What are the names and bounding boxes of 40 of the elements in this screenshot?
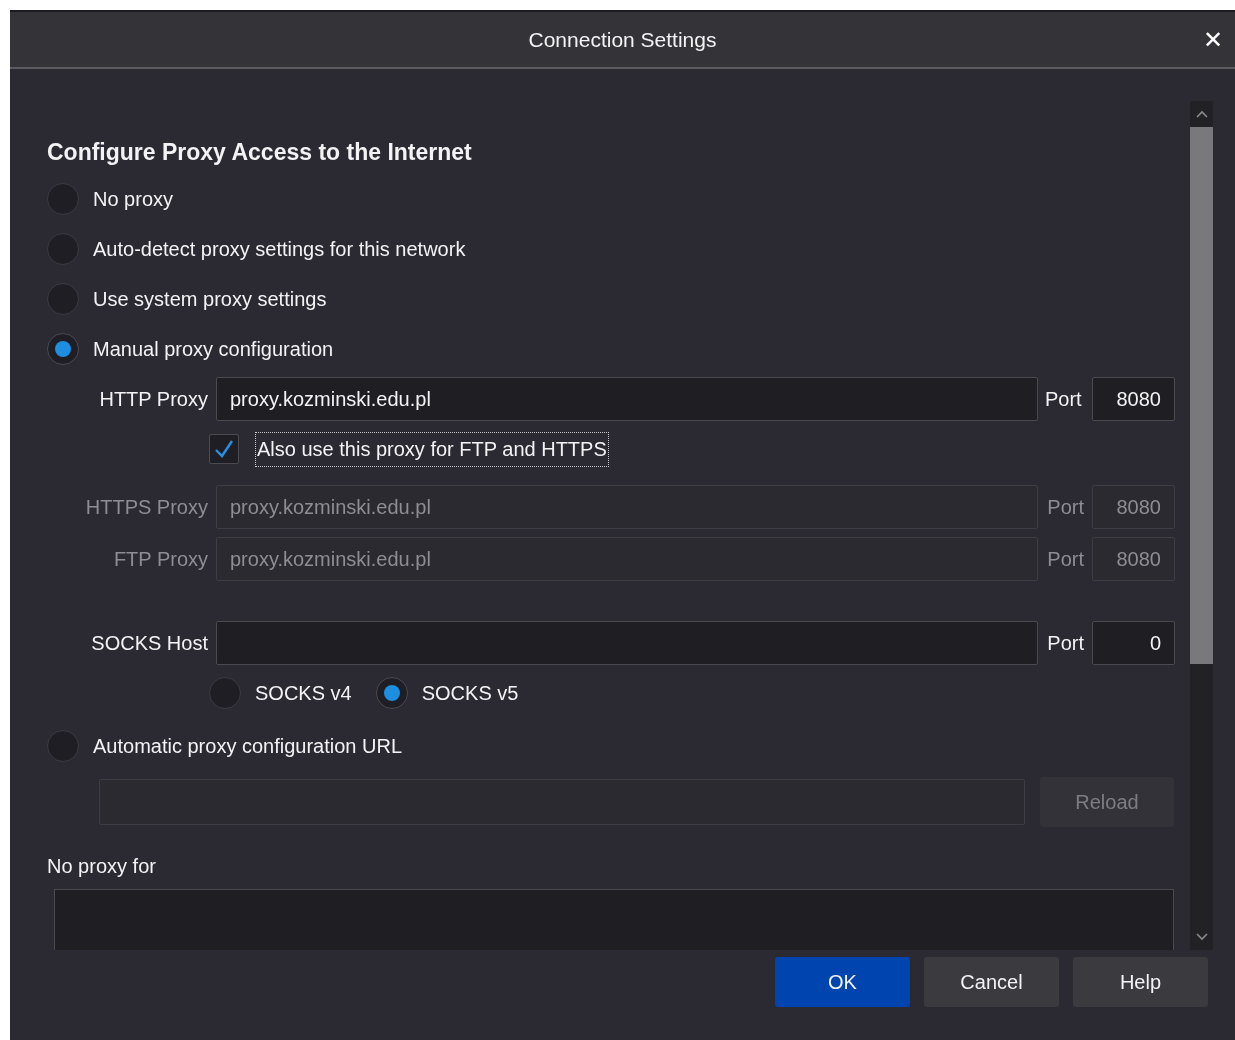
radio-label[interactable]: No proxy (93, 187, 174, 211)
radio-button[interactable] (375, 677, 408, 709)
port-label: Port (1046, 494, 1084, 520)
no-proxy-label: No proxy for (47, 854, 157, 879)
radio-label[interactable]: SOCKS v5 (421, 681, 519, 705)
dialog-button[interactable]: Help (1073, 957, 1208, 1007)
radio-label[interactable]: Manual proxy configuration (93, 337, 334, 361)
proxy-label: HTTP Proxy (98, 386, 208, 412)
port-field[interactable]: 8080 (1092, 377, 1175, 421)
window-title: Connection Settings (528, 27, 717, 52)
proxy-label: HTTPS Proxy (84, 494, 208, 520)
proxy-label: FTP Proxy (112, 546, 208, 572)
radio-button[interactable] (47, 333, 79, 365)
scroll-up-icon[interactable] (1194, 109, 1209, 119)
close-button[interactable]: ✕ (1196, 24, 1229, 56)
proxy-host-field[interactable]: proxy.kozminski.edu.pl (216, 377, 1038, 421)
port-label: Port (1045, 386, 1083, 412)
checkmark-icon (213, 438, 235, 460)
checkbox[interactable] (209, 434, 239, 464)
port-label: Port (1046, 630, 1084, 656)
section-heading: Configure Proxy Access to the Internet (47, 138, 473, 167)
radio-label[interactable]: Auto-detect proxy settings for this network (93, 237, 466, 261)
scrollbar-thumb[interactable] (1190, 127, 1213, 664)
scroll-down-icon[interactable] (1194, 932, 1209, 942)
radio-button[interactable] (209, 677, 241, 709)
port-field[interactable]: 0 (1092, 621, 1175, 665)
socks-host-label: SOCKS Host (90, 630, 208, 656)
socks-host-field[interactable] (216, 621, 1038, 665)
scrollbar[interactable] (1190, 101, 1213, 950)
dialog-button[interactable]: OK (775, 957, 910, 1007)
radio-label[interactable]: SOCKS v4 (255, 681, 352, 705)
port-label: Port (1046, 546, 1084, 572)
checkbox-label[interactable]: Also use this proxy for FTP and HTTPS (255, 431, 609, 467)
radio-button[interactable] (47, 233, 79, 265)
radio-button[interactable] (47, 283, 79, 315)
radio-button[interactable] (47, 730, 79, 762)
radio-button[interactable] (47, 183, 79, 215)
radio-label[interactable]: Use system proxy settings (93, 287, 327, 311)
dialog-button[interactable]: Cancel (924, 957, 1059, 1007)
radio-label[interactable]: Automatic proxy configuration URL (93, 734, 403, 758)
